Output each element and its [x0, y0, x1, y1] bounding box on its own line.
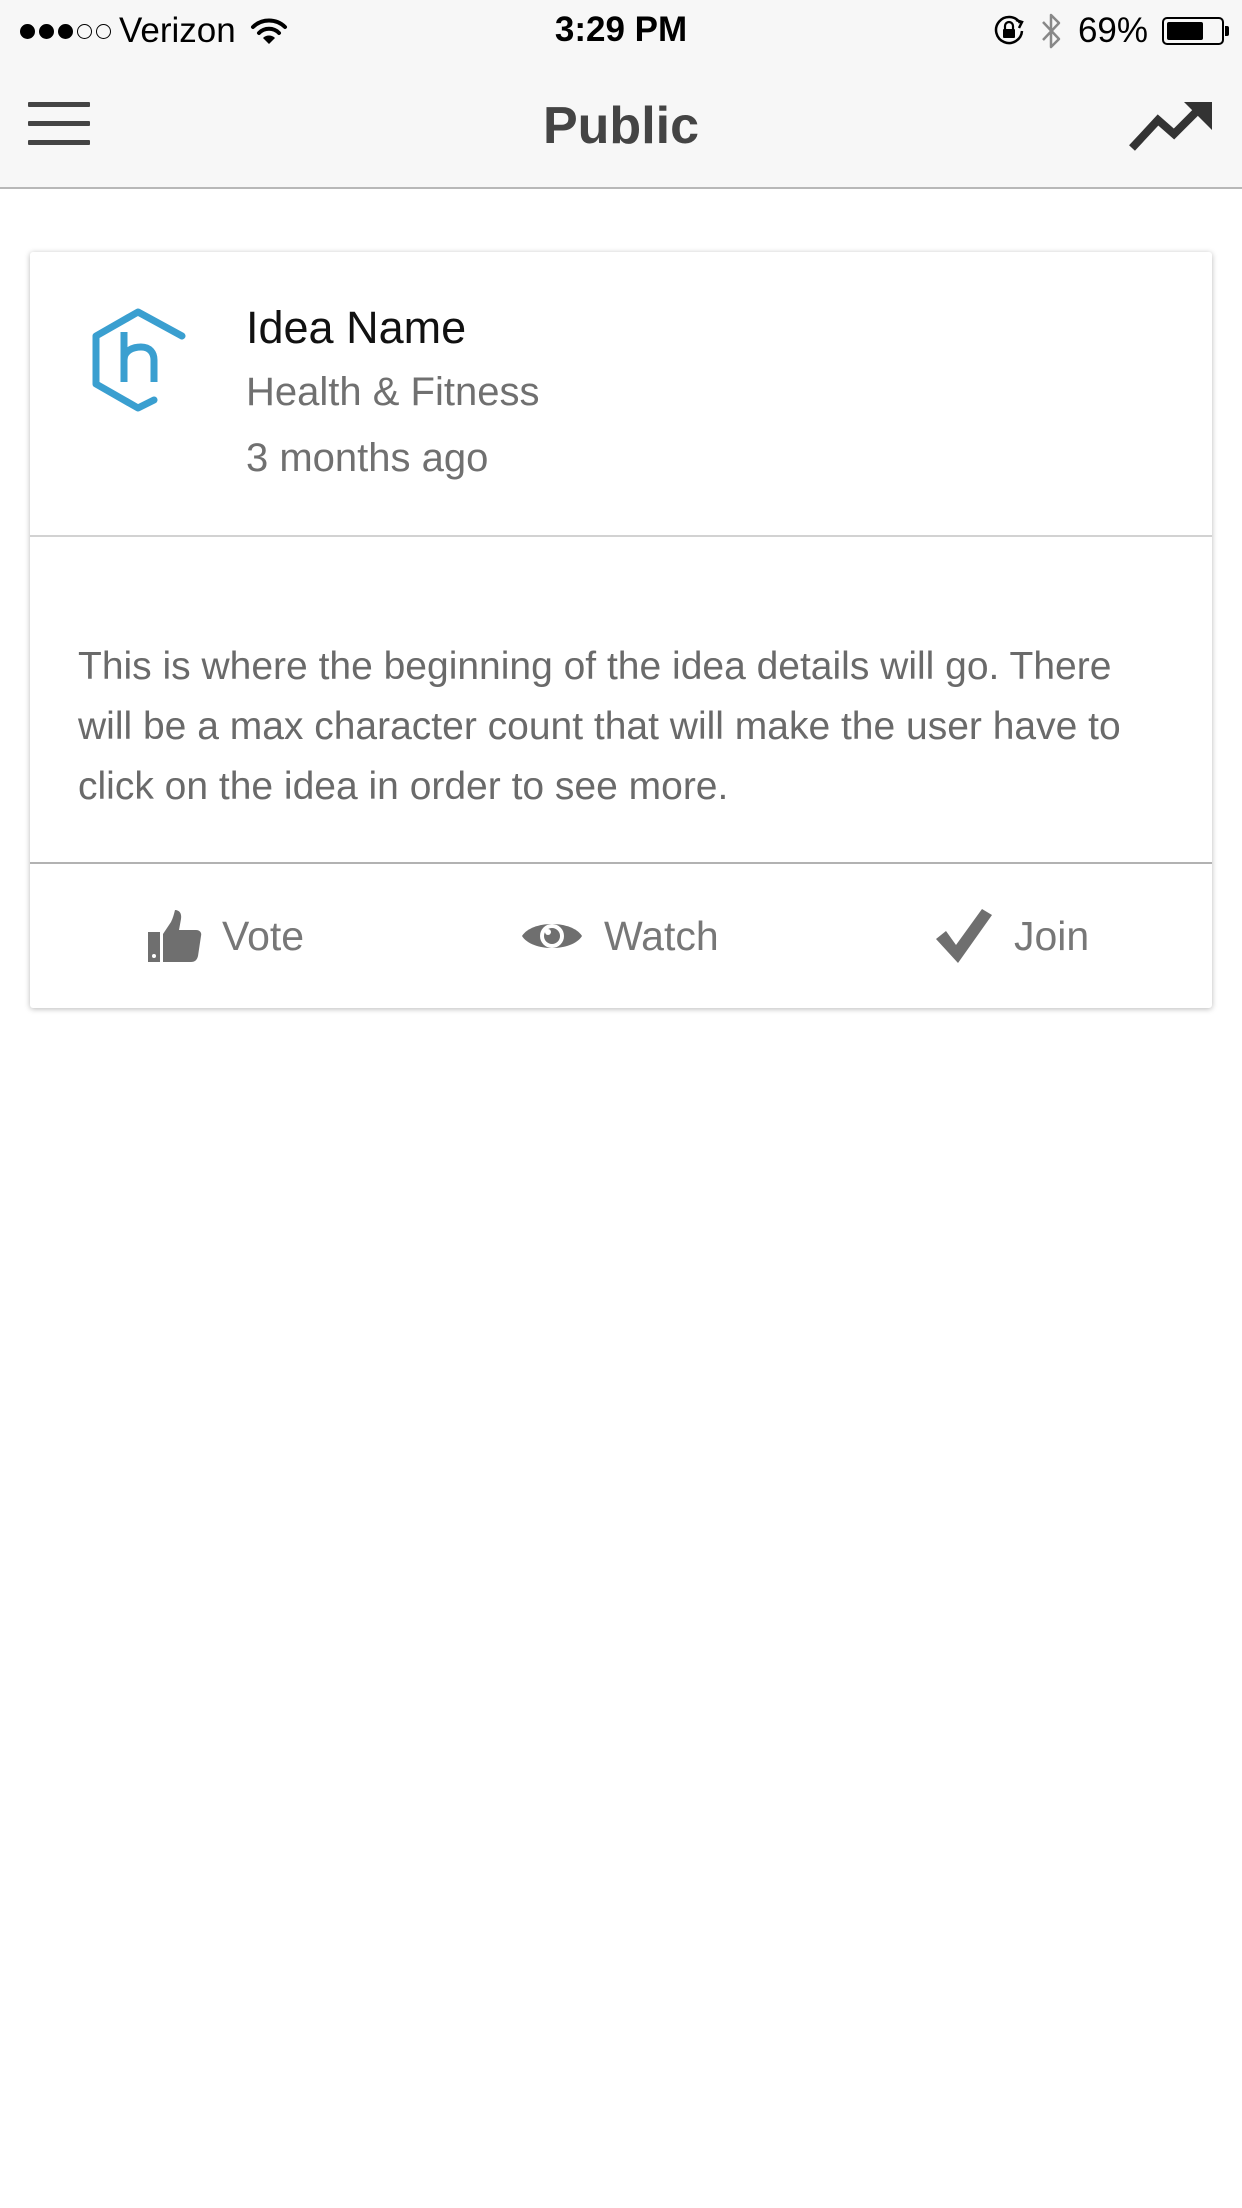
vote-button[interactable]: Vote: [146, 864, 304, 1008]
idea-name: Idea Name: [246, 302, 467, 353]
battery-level: [1167, 22, 1203, 40]
bluetooth-icon: [1042, 13, 1061, 49]
join-label: Join: [1014, 912, 1090, 959]
join-button[interactable]: Join: [934, 864, 1089, 1008]
idea-card[interactable]: Idea Name Health & Fitness 3 months ago …: [30, 252, 1212, 1008]
status-bar: Verizon 3:29 PM 69%: [0, 0, 1242, 62]
idea-card-header: Idea Name Health & Fitness 3 months ago: [30, 252, 1212, 537]
idea-timestamp: 3 months ago: [246, 436, 489, 480]
idea-logo-icon: [92, 308, 186, 412]
watch-label: Watch: [604, 912, 719, 959]
thumbs-up-icon: [148, 910, 202, 962]
watch-button[interactable]: Watch: [520, 864, 719, 1008]
idea-card-actions: Vote Watch Join: [30, 864, 1212, 1008]
battery-icon: [1162, 17, 1229, 45]
idea-card-body: This is where the beginning of the idea …: [30, 537, 1212, 864]
trending-icon[interactable]: [1128, 98, 1214, 154]
idea-details: This is where the beginning of the idea …: [78, 645, 1121, 808]
battery-percent: 69%: [1077, 11, 1148, 50]
status-right: 69%: [992, 10, 1229, 52]
battery-cap: [1225, 26, 1229, 36]
page-title: Public: [542, 97, 700, 155]
orientation-lock-icon: [994, 15, 1024, 45]
nav-bar: Public: [0, 62, 1242, 189]
vote-label: Vote: [222, 912, 305, 959]
eye-icon: [522, 924, 582, 948]
idea-category: Health & Fitness: [246, 370, 540, 414]
checkmark-icon: [936, 909, 992, 963]
